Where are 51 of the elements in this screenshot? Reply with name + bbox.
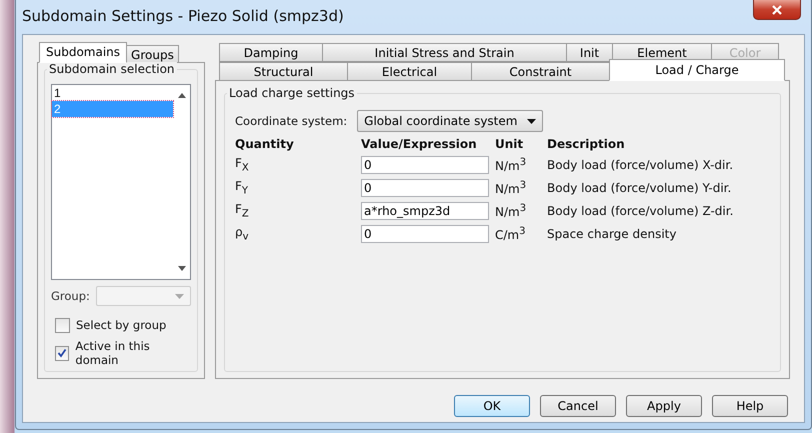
unit-text: C/m$^{3}$ — [495, 226, 526, 242]
caret-icon — [175, 294, 184, 298]
tab[interactable]: Damping — [219, 43, 323, 62]
unit-text: N/m$^{3}$ — [495, 180, 528, 196]
dialog-button[interactable]: Apply — [626, 395, 702, 417]
dialog-button[interactable]: OK — [454, 395, 530, 417]
dialog-button[interactable]: Cancel — [540, 395, 616, 417]
tab[interactable]: Initial Stress and Strain — [322, 43, 567, 62]
coordinate-label: Coordinate system: — [235, 114, 348, 128]
group-label: Group: — [51, 289, 90, 303]
dialog-button[interactable]: Help — [712, 395, 788, 417]
tab[interactable]: Init — [566, 43, 613, 62]
tab[interactable]: Electrical — [347, 62, 472, 81]
close-icon — [771, 4, 783, 14]
value-field[interactable]: a*rho_smpz3d — [361, 202, 489, 220]
group-title: Load charge settings — [227, 86, 357, 100]
checkbox[interactable] — [55, 346, 70, 360]
quantity-symbol: F$_{Y}$ — [235, 179, 250, 197]
tab[interactable]: Constraint — [471, 62, 610, 81]
value-field[interactable]: 0 — [361, 225, 489, 243]
column-header: Value/Expression — [361, 137, 478, 151]
quantity-symbol: F$_{X}$ — [235, 156, 250, 174]
quantity-symbol: ρ$_{v}$ — [235, 225, 250, 243]
column-header: Description — [547, 137, 626, 151]
quantity-symbol: F$_{Z}$ — [235, 202, 250, 220]
scroll-down-icon — [178, 266, 186, 271]
tab[interactable]: Groups — [126, 45, 179, 63]
scroll-up-icon — [178, 93, 186, 98]
unit-text: N/m$^{3}$ — [495, 203, 528, 219]
tab[interactable]: Load / Charge — [609, 59, 785, 81]
coordinate-dropdown[interactable]: Global coordinate system — [357, 110, 544, 132]
unit-text: N/m$^{3}$ — [495, 157, 528, 173]
description-text: Body load (force/volume) Z-dir. — [547, 204, 734, 218]
checkbox[interactable] — [55, 318, 70, 332]
value-field[interactable]: 0 — [361, 179, 489, 197]
tab[interactable]: Subdomains — [39, 42, 128, 63]
value-field[interactable]: 0 — [361, 156, 489, 174]
group-title: Subdomain selection — [47, 62, 177, 76]
description-text: Space charge density — [547, 227, 678, 241]
caret-icon — [527, 118, 536, 124]
close-button[interactable] — [753, 0, 801, 20]
checkbox-label: Select by group — [76, 318, 166, 332]
subdomain-list[interactable]: 1 2 — [51, 84, 191, 280]
window-title: Subdomain Settings - Piezo Solid (smpz3d) — [22, 7, 344, 25]
description-text: Body load (force/volume) X-dir. — [547, 158, 734, 172]
checkbox-label: Active in this domain — [75, 339, 151, 367]
column-header: Quantity — [235, 137, 295, 151]
description-text: Body load (force/volume) Y-dir. — [547, 181, 732, 195]
tab[interactable]: Structural — [219, 62, 348, 81]
list-item[interactable]: 1 — [52, 85, 173, 101]
column-header: Unit — [495, 137, 524, 151]
